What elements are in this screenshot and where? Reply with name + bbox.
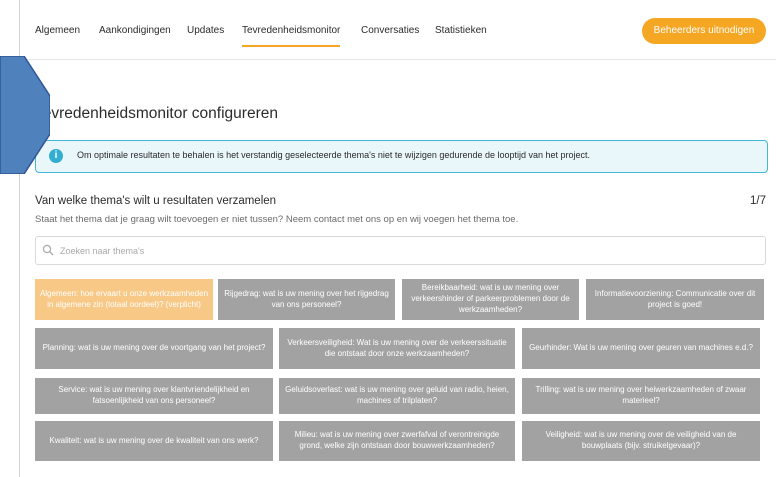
tab-tevredenheidsmonitor[interactable]: Tevredenheidsmonitor bbox=[242, 25, 341, 47]
invite-admins-button[interactable]: Beheerders uitnodigen bbox=[642, 18, 766, 44]
info-icon: i bbox=[49, 149, 63, 163]
tab-aankondigingen[interactable]: Aankondigingen bbox=[99, 25, 171, 36]
themes-counter: 1/7 bbox=[750, 195, 766, 207]
theme-chip[interactable]: Rijgedrag: wat is uw mening over het rij… bbox=[218, 279, 395, 320]
top-navigation: Algemeen Aankondigingen Updates Tevreden… bbox=[20, 0, 776, 60]
theme-chip[interactable]: Algemeen: hoe ervaart u onze werkzaamhed… bbox=[35, 279, 213, 320]
theme-chip[interactable]: Geurhinder: Wat is uw mening over geuren… bbox=[522, 328, 760, 369]
theme-chip[interactable]: Informatievoorziening: Communicatie over… bbox=[586, 279, 764, 320]
theme-chip[interactable]: Verkeersveiligheid: Wat is uw mening ove… bbox=[279, 328, 515, 369]
tab-conversaties[interactable]: Conversaties bbox=[361, 25, 419, 36]
theme-chip[interactable]: Geluidsoverlast: wat is uw mening over g… bbox=[279, 378, 515, 414]
page-panel: Algemeen Aankondigingen Updates Tevreden… bbox=[19, 0, 776, 477]
theme-chip[interactable]: Bereikbaarheid: wat is uw mening over ve… bbox=[402, 279, 579, 320]
search-icon bbox=[42, 244, 54, 256]
theme-search[interactable] bbox=[35, 236, 766, 265]
info-banner: i Om optimale resultaten te behalen is h… bbox=[35, 140, 768, 173]
themes-subtitle: Staat het thema dat je graag wilt toevoe… bbox=[35, 214, 519, 225]
theme-chip[interactable]: Veiligheid: wat is uw mening over de vei… bbox=[522, 421, 760, 461]
themes-heading: Van welke thema's wilt u resultaten verz… bbox=[35, 195, 277, 207]
page-title: Tevredenheidsmonitor configureren bbox=[35, 105, 278, 122]
theme-chip[interactable]: Trilling: wat is uw mening over heiwerkz… bbox=[522, 378, 760, 414]
theme-chip[interactable]: Planning: wat is uw mening over de voort… bbox=[35, 328, 273, 369]
tab-statistieken[interactable]: Statistieken bbox=[435, 25, 487, 36]
theme-chip[interactable]: Service: wat is uw mening over klantvrie… bbox=[35, 378, 273, 414]
theme-chip[interactable]: Milieu: wat is uw mening over zwerfafval… bbox=[279, 421, 515, 461]
search-input[interactable] bbox=[58, 241, 752, 261]
tab-updates[interactable]: Updates bbox=[187, 25, 224, 36]
tab-algemeen[interactable]: Algemeen bbox=[35, 25, 80, 36]
theme-chip[interactable]: Kwaliteit: wat is uw mening over de kwal… bbox=[35, 421, 273, 461]
info-message: Om optimale resultaten te behalen is het… bbox=[77, 150, 591, 160]
